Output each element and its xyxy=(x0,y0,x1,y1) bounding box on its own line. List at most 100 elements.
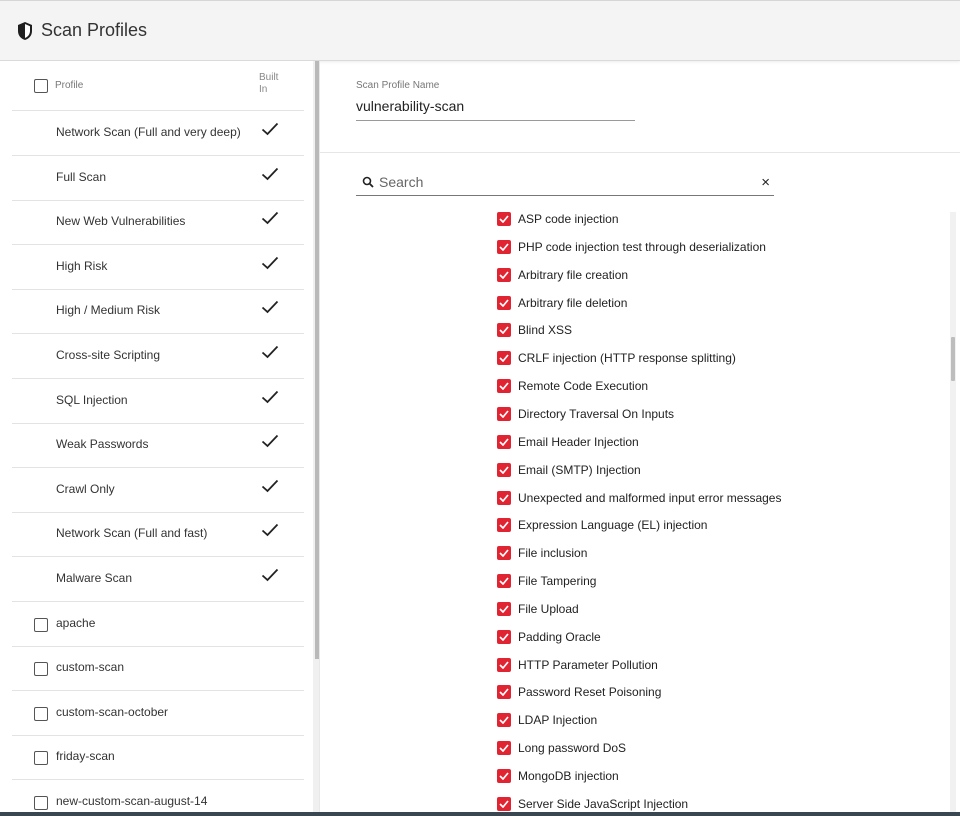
profile-row[interactable]: SQL Injection xyxy=(12,379,304,424)
vulnerability-check-item[interactable]: MongoDB injection xyxy=(496,767,936,795)
vulnerability-checkbox[interactable] xyxy=(497,351,511,365)
vulnerability-check-item[interactable]: Email Header Injection xyxy=(496,433,936,461)
built-in-check-icon xyxy=(261,167,279,181)
vulnerability-check-item[interactable]: Directory Traversal On Inputs xyxy=(496,405,936,433)
profile-row[interactable]: High / Medium Risk xyxy=(12,289,304,334)
checkmark-icon xyxy=(499,299,509,307)
profile-row[interactable]: Weak Passwords xyxy=(12,423,304,468)
vulnerability-checkbox[interactable] xyxy=(497,268,511,282)
vulnerability-check-item[interactable]: File inclusion xyxy=(496,544,936,572)
profile-row[interactable]: friday-scan xyxy=(12,735,304,780)
vulnerability-checkbox[interactable] xyxy=(497,379,511,393)
vulnerability-checkbox[interactable] xyxy=(497,435,511,449)
checkmark-icon xyxy=(499,744,509,752)
vulnerability-check-label: Remote Code Execution xyxy=(518,379,648,393)
profile-row[interactable]: Network Scan (Full and fast) xyxy=(12,512,304,557)
vulnerability-checkbox[interactable] xyxy=(497,463,511,477)
vulnerability-check-item[interactable]: ASP code injection xyxy=(496,210,936,238)
vulnerability-check-item[interactable]: PHP code injection test through deserial… xyxy=(496,238,936,266)
profile-row[interactable]: Malware Scan xyxy=(12,557,304,602)
vulnerability-check-label: File Tampering xyxy=(518,574,596,588)
vulnerability-check-label: Email (SMTP) Injection xyxy=(518,463,641,477)
search-field[interactable]: Search × xyxy=(356,171,774,196)
vulnerability-check-item[interactable]: Email (SMTP) Injection xyxy=(496,461,936,489)
vulnerability-checkbox[interactable] xyxy=(497,296,511,310)
profile-row[interactable]: Full Scan xyxy=(12,156,304,201)
vulnerability-check-item[interactable]: Padding Oracle xyxy=(496,628,936,656)
vulnerability-check-item[interactable]: Blind XSS xyxy=(496,321,936,349)
vulnerability-check-item[interactable]: Long password DoS xyxy=(496,739,936,767)
vulnerability-checkbox[interactable] xyxy=(497,713,511,727)
vulnerability-checkbox[interactable] xyxy=(497,658,511,672)
vulnerability-checkbox[interactable] xyxy=(497,240,511,254)
vulnerability-checkbox[interactable] xyxy=(497,574,511,588)
profile-row[interactable]: Network Scan (Full and very deep) xyxy=(12,111,304,156)
vulnerability-check-item[interactable]: Password Reset Poisoning xyxy=(496,683,936,711)
vulnerability-checkbox[interactable] xyxy=(497,797,511,811)
profile-checkbox[interactable] xyxy=(34,751,48,765)
vulnerability-checkbox[interactable] xyxy=(497,323,511,337)
profile-checkbox[interactable] xyxy=(34,707,48,721)
vulnerability-check-label: Expression Language (EL) injection xyxy=(518,518,707,532)
scan-profile-name-field[interactable]: vulnerability-scan xyxy=(356,98,635,121)
profile-row[interactable]: Cross-site Scripting xyxy=(12,334,304,379)
profile-name: new-custom-scan-august-14 xyxy=(56,794,207,808)
checks-scrollbar-thumb[interactable] xyxy=(951,337,955,381)
profile-name: friday-scan xyxy=(56,749,115,763)
profile-name: Malware Scan xyxy=(56,571,132,585)
vulnerability-check-item[interactable]: Arbitrary file deletion xyxy=(496,294,936,322)
checkmark-icon xyxy=(499,494,509,502)
vulnerability-checkbox[interactable] xyxy=(497,741,511,755)
built-in-check-icon xyxy=(261,390,279,404)
profile-row[interactable]: New Web Vulnerabilities xyxy=(12,200,304,245)
profile-checkbox[interactable] xyxy=(34,796,48,810)
profile-row[interactable]: new-custom-scan-august-14 xyxy=(12,780,304,816)
checks-scrollbar[interactable] xyxy=(950,212,956,816)
checkmark-icon xyxy=(499,661,509,669)
vulnerability-check-label: Unexpected and malformed input error mes… xyxy=(518,491,781,505)
profile-row[interactable]: custom-scan-october xyxy=(12,691,304,736)
vulnerability-check-item[interactable]: Remote Code Execution xyxy=(496,377,936,405)
vulnerability-checkbox[interactable] xyxy=(497,769,511,783)
vulnerability-checks-list: ASP code injection PHP code injection tes… xyxy=(496,210,936,816)
vulnerability-check-item[interactable]: CRLF injection (HTTP response splitting) xyxy=(496,349,936,377)
checkmark-icon xyxy=(499,271,509,279)
checkmark-icon xyxy=(499,410,509,418)
vulnerability-checkbox[interactable] xyxy=(497,630,511,644)
vulnerability-check-label: Arbitrary file creation xyxy=(518,268,628,282)
clear-search-icon[interactable]: × xyxy=(761,174,770,191)
vulnerability-check-item[interactable]: LDAP Injection xyxy=(496,711,936,739)
built-in-check-icon xyxy=(261,211,279,225)
profile-row[interactable]: apache xyxy=(12,602,304,647)
profile-name: High Risk xyxy=(56,259,107,273)
vulnerability-check-item[interactable]: HTTP Parameter Pollution xyxy=(496,656,936,684)
checkmark-icon xyxy=(499,215,509,223)
vulnerability-checkbox[interactable] xyxy=(497,685,511,699)
vulnerability-checkbox[interactable] xyxy=(497,212,511,226)
panel-divider xyxy=(319,61,320,816)
vulnerability-check-item[interactable]: File Tampering xyxy=(496,572,936,600)
vulnerability-check-label: Server Side JavaScript Injection xyxy=(518,797,688,811)
vulnerability-check-item[interactable]: File Upload xyxy=(496,600,936,628)
vulnerability-check-item[interactable]: Expression Language (EL) injection xyxy=(496,516,936,544)
scan-profile-name-label: Scan Profile Name xyxy=(356,80,439,91)
profile-checkbox[interactable] xyxy=(34,618,48,632)
vulnerability-checkbox[interactable] xyxy=(497,491,511,505)
profile-row[interactable]: High Risk xyxy=(12,245,304,290)
vulnerability-check-item[interactable]: Arbitrary file creation xyxy=(496,266,936,294)
vulnerability-checkbox[interactable] xyxy=(497,546,511,560)
profile-checkbox[interactable] xyxy=(34,662,48,676)
vulnerability-checkbox[interactable] xyxy=(497,407,511,421)
checkmark-icon xyxy=(499,772,509,780)
profile-row[interactable]: custom-scan xyxy=(12,646,304,691)
select-all-checkbox[interactable] xyxy=(34,79,48,93)
vulnerability-check-item[interactable]: Unexpected and malformed input error mes… xyxy=(496,489,936,517)
vulnerability-check-label: LDAP Injection xyxy=(518,713,597,727)
profiles-table-header: Profile Built In xyxy=(12,61,304,111)
checkmark-icon xyxy=(499,466,509,474)
vulnerability-check-label: PHP code injection test through deserial… xyxy=(518,240,766,254)
vulnerability-check-label: Email Header Injection xyxy=(518,435,639,449)
vulnerability-checkbox[interactable] xyxy=(497,602,511,616)
profile-row[interactable]: Crawl Only xyxy=(12,468,304,513)
vulnerability-checkbox[interactable] xyxy=(497,518,511,532)
